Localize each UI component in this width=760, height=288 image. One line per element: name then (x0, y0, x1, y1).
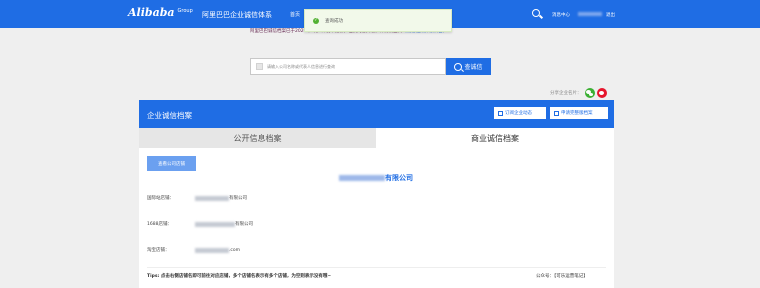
redacted-name (195, 195, 229, 201)
tab-business-credit[interactable]: 商业诚信档案 (376, 128, 614, 148)
message-center-link[interactable]: 消息中心 (552, 12, 570, 18)
search-button[interactable]: 查诚信 (446, 58, 491, 75)
company-icon (256, 63, 263, 70)
company-name-redacted (339, 175, 385, 181)
check-icon: ✓ (313, 17, 319, 24)
shop-row-taobao: 淘宝店铺： .com (147, 247, 240, 253)
tab-public-info[interactable]: 公开信息档案 (139, 128, 376, 148)
shop-row-international: 国际站店铺： 有限公司 (147, 195, 247, 201)
share-bar: 分享企业名片： (550, 88, 607, 98)
share-label: 分享企业名片： (550, 91, 582, 96)
toast-text: 查询成功 (325, 18, 343, 24)
logout-link[interactable]: 退出 (606, 12, 615, 18)
alibaba-logo[interactable]: Alibaba Group (128, 6, 193, 19)
search-button-label: 查诚信 (464, 64, 483, 71)
shop-row-1688: 1688店铺： 有限公司 (147, 221, 253, 227)
credit-profile-panel: 企业诚信档案 订阅企业动态 申请完整版档案 公开信息档案 商业诚信档案 查看公司… (139, 100, 614, 288)
row-value[interactable]: 有限公司 (235, 221, 253, 227)
redacted-name (195, 221, 235, 227)
subscribe-label: 订阅企业动态 (505, 111, 532, 116)
search-placeholder: 请输入公司名称或代表人信息进行查询 (267, 64, 335, 69)
logo-group: Group (177, 8, 193, 14)
row-label: 1688店铺： (147, 222, 172, 227)
panel-title: 企业诚信档案 (147, 111, 192, 120)
panel-header: 企业诚信档案 订阅企业动态 申请完整版档案 (139, 100, 614, 128)
nav-home-link[interactable]: 首页 (290, 11, 300, 18)
logo-mark: Alibaba (128, 6, 175, 19)
magnifier-icon (454, 62, 463, 71)
search-icon[interactable] (532, 9, 540, 17)
document-icon (554, 110, 559, 116)
bookmark-icon (498, 110, 503, 116)
search-input[interactable]: 请输入公司名称或代表人信息进行查询 (250, 58, 446, 75)
user-name-redacted[interactable] (578, 12, 602, 16)
row-label: 国际站店铺： (147, 196, 174, 201)
redacted-name (195, 247, 229, 253)
row-value[interactable]: 有限公司 (229, 195, 247, 201)
subscribe-button[interactable]: 订阅企业动态 (494, 107, 546, 119)
wechat-account-text: 公众号：【可乐运营笔记】 (536, 274, 588, 279)
row-value[interactable]: .com (229, 248, 240, 253)
row-label: 淘宝店铺： (147, 248, 170, 253)
success-toast: ✓ 查询成功 (304, 9, 452, 32)
company-suffix: 有限公司 (385, 174, 413, 182)
divider (147, 267, 606, 268)
company-name: 有限公司 (339, 173, 413, 183)
wechat-icon[interactable] (584, 88, 595, 98)
weibo-icon[interactable] (596, 88, 607, 98)
tab-bar: 公开信息档案 商业诚信档案 (139, 128, 614, 148)
site-title[interactable]: 阿里巴巴企业诚信体系 (202, 10, 272, 20)
apply-report-button[interactable]: 申请完整版档案 (550, 107, 608, 119)
tips-text: Tips: 点击右侧店铺名即可前往对应店铺，多个店铺名表示有多个店铺，为空则表示… (147, 274, 332, 279)
apply-report-label: 申请完整版档案 (561, 111, 593, 116)
view-shop-button[interactable]: 查看公司店铺 (147, 156, 196, 171)
